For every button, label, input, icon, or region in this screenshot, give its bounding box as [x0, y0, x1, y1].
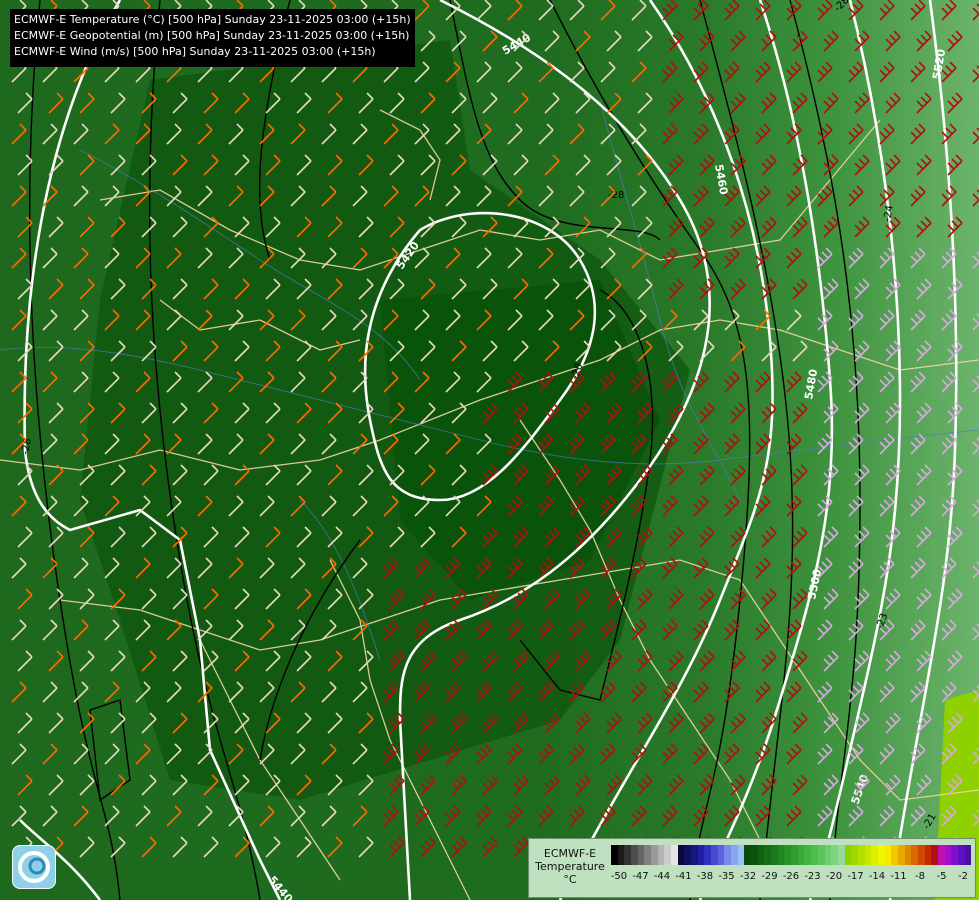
legend-color-swatch	[724, 845, 732, 865]
legend-color-swatch	[931, 845, 938, 865]
legend-color-swatch	[617, 845, 625, 865]
legend-color-swatch	[804, 845, 812, 865]
header-line-wind: ECMWF-E Wind (m/s) [500 hPa] Sunday 23-1…	[14, 45, 376, 58]
legend-color-swatch	[697, 845, 705, 865]
legend-color-swatch	[924, 845, 932, 865]
legend-color-swatch	[937, 845, 945, 865]
legend-color-swatch	[651, 845, 658, 865]
legend-color-swatch	[871, 845, 878, 865]
legend-title-model: ECMWF-E	[543, 847, 597, 860]
legend-color-swatch	[757, 845, 765, 865]
legend-color-swatch	[677, 845, 685, 865]
legend-color-swatch	[657, 845, 665, 865]
legend-color-swatch	[717, 845, 725, 865]
legend-color-swatch	[684, 845, 692, 865]
legend-color-swatch	[731, 845, 738, 865]
legend-color-swatch	[664, 845, 672, 865]
app-logo[interactable]	[12, 845, 56, 889]
legend-color-swatch	[751, 845, 758, 865]
legend-color-swatch	[691, 845, 698, 865]
legend-color-swatch	[891, 845, 898, 865]
legend-tick-label: -14	[868, 871, 886, 882]
legend-color-swatch	[764, 845, 772, 865]
legend-color-swatch	[837, 845, 845, 865]
temperature-legend: ECMWF-E Temperature °C -50 -47 -44 -41 -38 -3…	[528, 838, 976, 898]
legend-color-swatch	[884, 845, 892, 865]
legend-tick-label: -11	[890, 871, 907, 882]
legend-color-swatch	[771, 845, 778, 865]
legend-color-swatch	[624, 845, 632, 865]
legend-color-swatch	[944, 845, 952, 865]
legend-tick-label: -50	[610, 871, 628, 882]
legend-title-unit: °C	[563, 873, 577, 886]
legend-color-swatch	[704, 845, 712, 865]
legend-tick-label: -8	[915, 871, 925, 882]
legend-color-swatch	[791, 845, 798, 865]
legend-tick-label: -17	[847, 871, 864, 882]
legend-color-swatch	[811, 845, 818, 865]
legend-color-swatch	[711, 845, 718, 865]
legend-tick-label: -38	[696, 871, 714, 882]
legend-color-swatch	[744, 845, 752, 865]
legend-tick-label: -23	[804, 871, 821, 882]
map-header: ECMWF-E Temperature (°C) [500 hPa] Sunda…	[10, 9, 415, 67]
legend-color-swatch	[817, 845, 825, 865]
legend-tick-label: -5	[936, 871, 947, 882]
legend-color-swatch	[957, 845, 965, 865]
header-line-temperature: ECMWF-E Temperature (°C) [500 hPa] Sunda…	[14, 13, 411, 26]
legend-color-swatch	[824, 845, 832, 865]
legend-tick-label: -29	[761, 871, 778, 882]
legend-color-swatch	[857, 845, 865, 865]
legend-color-swatch	[637, 845, 645, 865]
legend-ticks: -50 -47 -44 -41 -38 -35 -32 -29 -26 -23 -20 -17 -14-…	[611, 871, 971, 885]
legend-color-swatch	[831, 845, 838, 865]
legend-color-swatch	[904, 845, 912, 865]
legend-color-swatch	[851, 845, 858, 865]
legend-colorbar	[611, 845, 972, 865]
legend-color-swatch	[911, 845, 918, 865]
weather-map[interactable]: 5440 5420 5460 5480 5500 5520 5540 5440 …	[0, 0, 979, 900]
legend-tick-label: -32	[739, 871, 757, 882]
legend-color-swatch	[917, 845, 925, 865]
legend-tick-label: -41	[675, 871, 692, 882]
legend-color-swatch	[644, 845, 652, 865]
legend-color-swatch	[611, 845, 618, 865]
legend-title: ECMWF-E Temperature °C	[529, 847, 611, 886]
legend-color-swatch	[737, 845, 745, 865]
legend-tick-label: -2	[958, 871, 968, 882]
legend-tick-label: -47	[632, 871, 649, 882]
legend-color-swatch	[844, 845, 852, 865]
legend-color-swatch	[897, 845, 905, 865]
legend-color-swatch	[864, 845, 872, 865]
legend-color-swatch	[877, 845, 885, 865]
legend-color-swatch	[631, 845, 638, 865]
legend-color-swatch	[797, 845, 805, 865]
legend-color-swatch	[964, 845, 972, 865]
legend-color-swatch	[671, 845, 678, 865]
legend-tick-label: -20	[825, 871, 843, 882]
legend-tick-label: -26	[782, 871, 800, 882]
legend-color-swatch	[951, 845, 958, 865]
legend-color-swatch	[777, 845, 785, 865]
legend-color-swatch	[784, 845, 792, 865]
header-line-geopotential: ECMWF-E Geopotential (m) [500 hPa] Sunda…	[14, 29, 410, 42]
legend-tick-label: -44	[653, 871, 671, 882]
legend-tick-label: -35	[718, 871, 735, 882]
legend-title-variable: Temperature	[535, 860, 605, 873]
